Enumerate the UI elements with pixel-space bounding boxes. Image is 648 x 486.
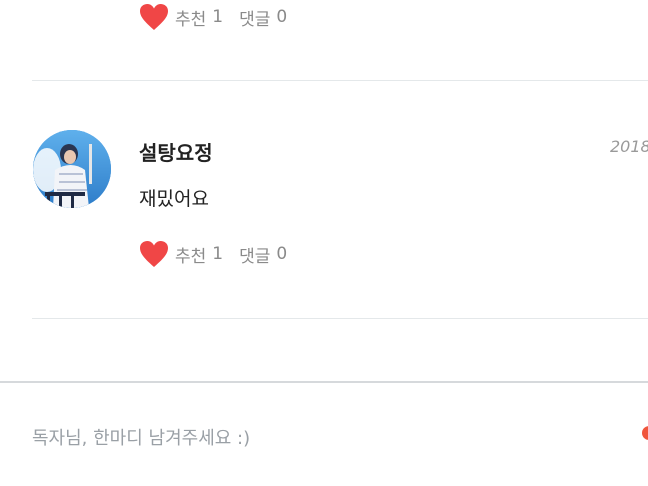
comment-list-page: 추천 1 댓글 0 설탕요정 2018 재밌어요 추천 1 댓글 0 독자님, … — [0, 0, 648, 486]
like-count: 1 — [212, 244, 224, 264]
like-count: 1 — [212, 7, 224, 27]
comment-input[interactable]: 독자님, 한마디 남겨주세요 :) — [32, 424, 250, 450]
comment-2-reactions: 추천 1 댓글 0 — [139, 240, 287, 268]
reply-count: 0 — [276, 244, 288, 264]
like-label[interactable]: 추천 — [175, 5, 206, 30]
heart-icon[interactable] — [139, 240, 169, 268]
comment-1-reactions: 추천 1 댓글 0 — [139, 3, 287, 31]
send-icon[interactable] — [642, 426, 648, 440]
comment-input-bar: 독자님, 한마디 남겨주세요 :) — [0, 381, 648, 486]
comment-author[interactable]: 설탕요정 — [139, 137, 213, 166]
comment-text: 재밌어요 — [139, 188, 209, 210]
avatar[interactable] — [33, 130, 111, 208]
reply-label[interactable]: 댓글 — [239, 242, 270, 267]
like-label[interactable]: 추천 — [175, 242, 206, 267]
reply-label[interactable]: 댓글 — [239, 5, 270, 30]
comment-divider — [32, 80, 648, 81]
comment-divider — [32, 318, 648, 319]
heart-icon[interactable] — [139, 3, 169, 31]
comment-date: 2018 — [610, 137, 648, 156]
reply-count: 0 — [276, 7, 288, 27]
